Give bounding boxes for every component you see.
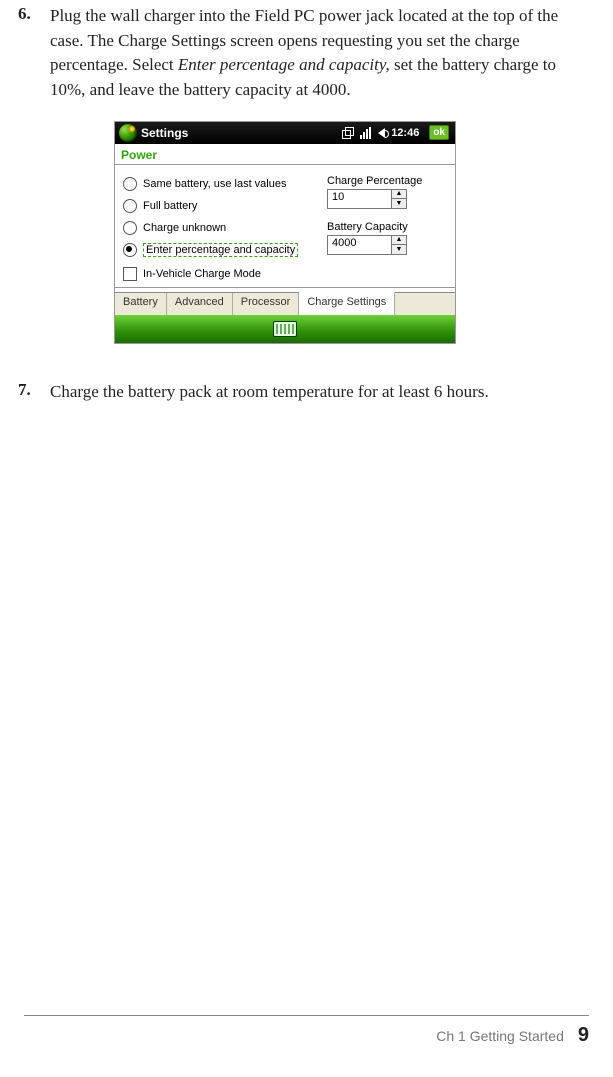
step-7: 7. Charge the battery pack at room tempe… (18, 380, 589, 405)
radio-icon[interactable] (123, 199, 137, 213)
page-number: 9 (578, 1024, 589, 1047)
status-icons: 12:46 ok (342, 125, 449, 140)
chapter-label: Ch 1 Getting Started (436, 1028, 564, 1044)
step-6-text: Plug the wall charger into the Field PC … (50, 4, 589, 103)
tab-advanced[interactable]: Advanced (167, 293, 233, 315)
clock[interactable]: 12:46 (391, 127, 419, 139)
spinner[interactable]: ▲ ▼ (391, 190, 406, 208)
screenshot-figure: Settings 12:46 ok Power Same battery, us… (114, 121, 589, 344)
start-orb-icon[interactable] (119, 124, 137, 142)
step-6-italic: Enter percentage and capacity, (178, 55, 390, 74)
divider (115, 164, 455, 165)
window-title: Settings (141, 126, 188, 140)
charge-percentage-value[interactable]: 10 (328, 190, 391, 208)
radio-group: Same battery, use last values Full batte… (123, 173, 319, 261)
section-title: Power (115, 144, 455, 164)
tab-battery[interactable]: Battery (115, 293, 167, 315)
step-7-text: Charge the battery pack at room temperat… (50, 380, 589, 405)
radio-icon[interactable] (123, 177, 137, 191)
radio-full-battery[interactable]: Full battery (123, 195, 319, 217)
radio-icon[interactable] (123, 243, 137, 257)
divider (115, 287, 455, 288)
ok-button[interactable]: ok (429, 125, 449, 140)
radio-icon[interactable] (123, 221, 137, 235)
charge-percentage-label: Charge Percentage (327, 175, 447, 187)
spin-up-icon[interactable]: ▲ (392, 190, 406, 200)
checkbox-icon[interactable] (123, 267, 137, 281)
radio-same-battery[interactable]: Same battery, use last values (123, 173, 319, 195)
soft-key-bar (115, 315, 455, 343)
keyboard-icon[interactable] (273, 321, 297, 337)
page-footer: Ch 1 Getting Started 9 (24, 1015, 589, 1047)
radio-charge-unknown[interactable]: Charge unknown (123, 217, 319, 239)
radio-label: Full battery (143, 200, 197, 212)
signal-icon[interactable] (360, 127, 372, 139)
volume-icon[interactable] (378, 128, 385, 138)
battery-capacity-value[interactable]: 4000 (328, 236, 391, 254)
radio-enter-percentage[interactable]: Enter percentage and capacity (123, 239, 319, 261)
spin-down-icon[interactable]: ▼ (392, 199, 406, 208)
step-7-number: 7. (18, 380, 50, 400)
radio-label: Charge unknown (143, 222, 226, 234)
radio-label: Enter percentage and capacity (143, 243, 298, 257)
step-6-number: 6. (18, 4, 50, 24)
connectivity-icon[interactable] (342, 127, 354, 139)
settings-window: Settings 12:46 ok Power Same battery, us… (114, 121, 456, 344)
step-6: 6. Plug the wall charger into the Field … (18, 4, 589, 103)
battery-capacity-label: Battery Capacity (327, 221, 447, 233)
spin-down-icon[interactable]: ▼ (392, 245, 406, 254)
spinner[interactable]: ▲ ▼ (391, 236, 406, 254)
checkbox-label: In-Vehicle Charge Mode (143, 268, 261, 280)
tab-processor[interactable]: Processor (233, 293, 300, 315)
in-vehicle-checkbox-row[interactable]: In-Vehicle Charge Mode (115, 263, 455, 287)
spin-up-icon[interactable]: ▲ (392, 236, 406, 246)
fields-column: Charge Percentage 10 ▲ ▼ Battery Capacit… (327, 173, 447, 261)
title-bar: Settings 12:46 ok (115, 122, 455, 144)
tab-bar: Battery Advanced Processor Charge Settin… (115, 292, 455, 315)
charge-percentage-input[interactable]: 10 ▲ ▼ (327, 189, 407, 209)
tab-charge-settings[interactable]: Charge Settings (299, 292, 395, 315)
radio-label: Same battery, use last values (143, 178, 286, 190)
battery-capacity-input[interactable]: 4000 ▲ ▼ (327, 235, 407, 255)
